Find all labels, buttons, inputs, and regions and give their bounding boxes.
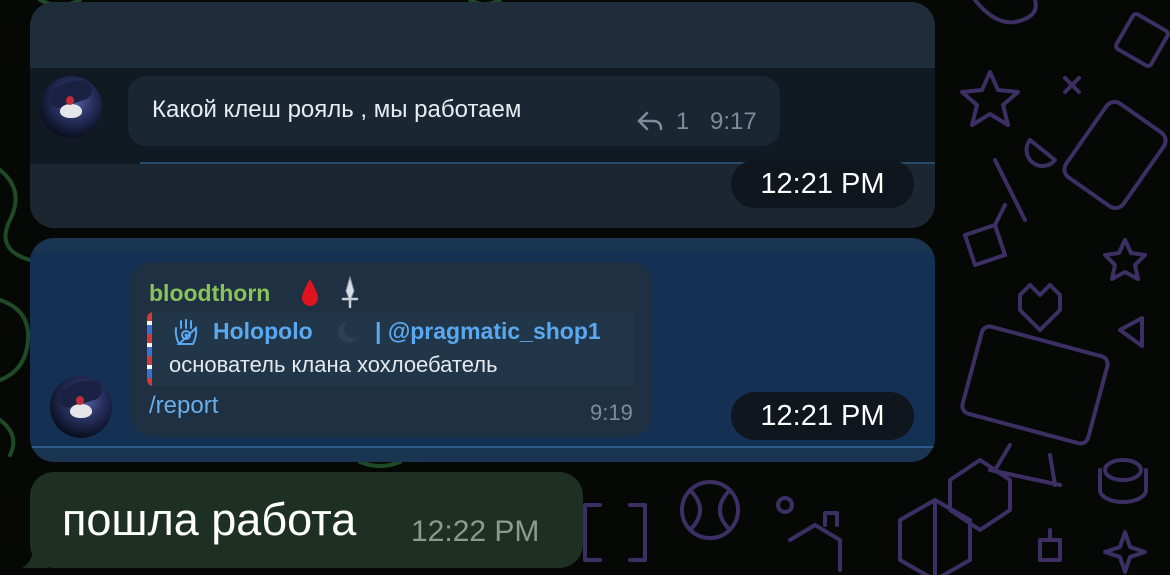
my-message-text: пошла работа: [62, 494, 357, 545]
wallpaper-joystick-icon: [963, 203, 1007, 267]
avatar[interactable]: [40, 76, 102, 138]
command-link[interactable]: /report: [149, 392, 218, 420]
reply-arrow-icon: [637, 111, 663, 131]
wallpaper-pencil-icon: [993, 158, 1027, 222]
quoted-sender-name: Holopolo: [213, 318, 313, 344]
wallpaper-heart-icon: [1018, 283, 1062, 332]
wallpaper-record-button-icon: [1098, 458, 1148, 504]
avatar-mark: [66, 96, 74, 105]
wallpaper-triangle-icon: [1118, 316, 1144, 348]
wallpaper-game-controller-icon: [973, 0, 1038, 25]
message-text: Какой клеш рояль , мы работаем: [152, 96, 522, 123]
avatar-face: [60, 104, 82, 118]
avatar-face: [70, 404, 92, 418]
wallpaper-monitor-icon: [960, 324, 1110, 446]
sword-icon: [341, 275, 359, 309]
wallpaper-star-icon: [960, 70, 1020, 127]
message-time: 9:19: [590, 400, 633, 425]
wallpaper-star-icon: [1103, 238, 1147, 281]
screenshot-timestamp: 12:21 PM: [731, 392, 914, 440]
wallpaper-tv-icon: [1062, 99, 1168, 211]
hamsa-icon: [174, 319, 198, 345]
wallpaper-sticky-note-icon: [1114, 12, 1170, 68]
quote-stripe: [147, 312, 152, 386]
wallpaper-sparkle-icon: [1103, 530, 1147, 574]
sender-name[interactable]: bloodthorn: [149, 280, 270, 307]
message-time: 9:17: [710, 108, 757, 135]
reply-count[interactable]: 1: [676, 108, 689, 136]
moon-emoji-icon: [338, 320, 362, 343]
wallpaper-dice-icon: [898, 458, 1012, 575]
quoted-handle: | @pragmatic_shop1: [375, 318, 601, 344]
avatar-mark: [76, 396, 84, 405]
wallpaper-half-moon-icon: [1024, 138, 1057, 168]
avatar[interactable]: [50, 376, 112, 438]
screenshot-timestamp: 12:21 PM: [731, 160, 914, 208]
quoted-text: основатель клана хохлоебатель: [169, 352, 498, 377]
quoted-reply[interactable]: Holopolo | @pragmatic_shop1 основатель к…: [147, 312, 634, 386]
card-header-band: [30, 2, 935, 68]
my-message-time: 12:22 PM: [411, 515, 540, 548]
wallpaper-cross-icon: [1063, 76, 1081, 94]
wallpaper-dot-icon: [776, 496, 794, 514]
wallpaper-block-icon: [788, 511, 842, 572]
blood-drop-icon: [302, 279, 318, 306]
wallpaper-green-doodle-icon: [0, 168, 32, 262]
wallpaper-bracket-icon: [583, 503, 647, 562]
